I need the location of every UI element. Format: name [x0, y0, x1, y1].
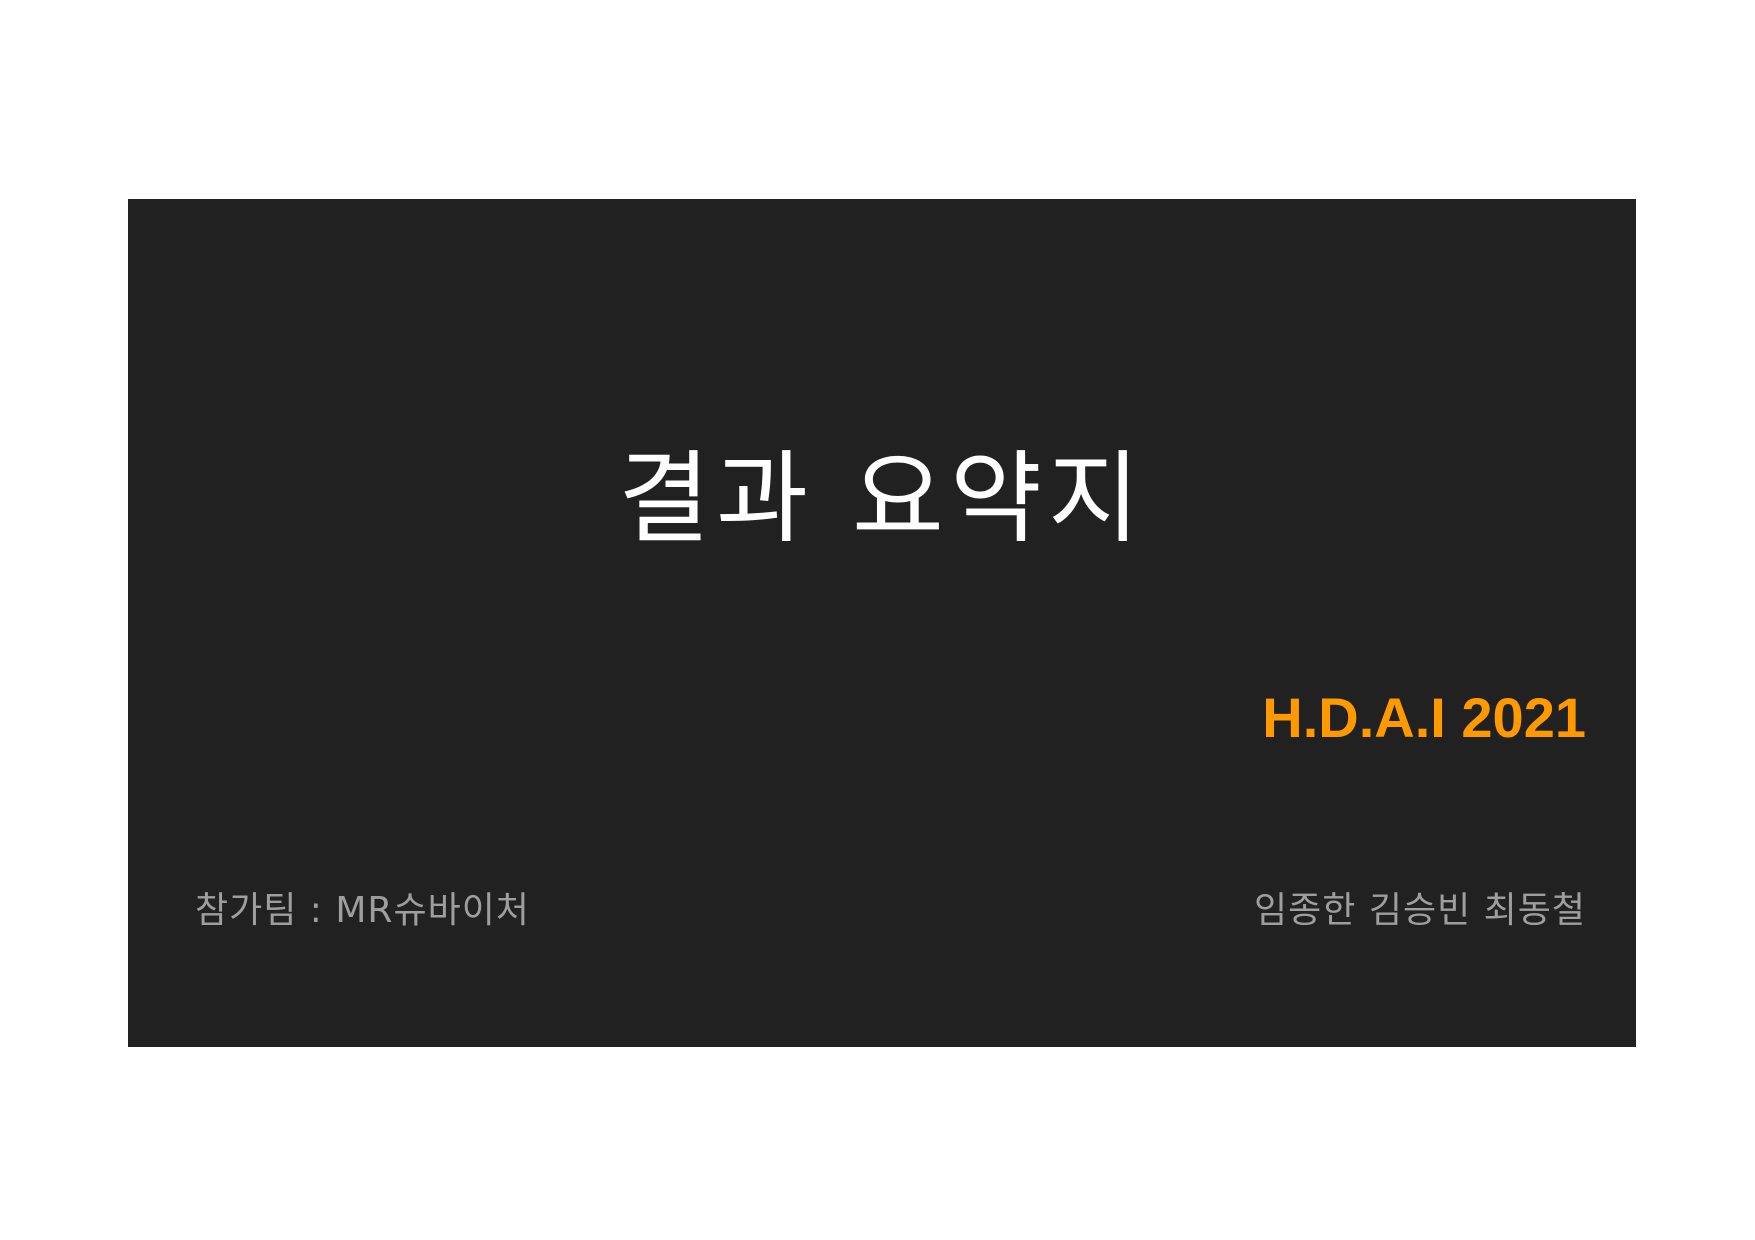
- slide-title: 결과 요약지: [618, 440, 1146, 557]
- team-name: 참가팀 : MR슈바이처: [195, 890, 530, 931]
- event-label: H.D.A.I 2021: [1262, 686, 1586, 749]
- title-slide: 결과 요약지 H.D.A.I 2021 참가팀 : MR슈바이처 임종한 김승빈…: [128, 199, 1636, 1047]
- team-members: 임종한 김승빈 최동철: [1254, 890, 1586, 931]
